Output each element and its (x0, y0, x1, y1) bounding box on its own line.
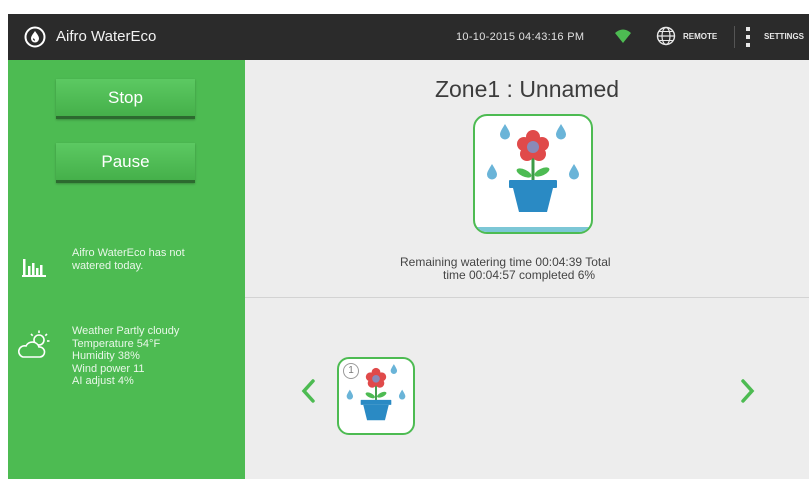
wifi-icon (615, 29, 631, 43)
zone-number-badge: 1 (343, 363, 359, 379)
datetime: 10-10-2015 04:43:16 PM (456, 31, 585, 43)
weather-temperature: Temperature 54°F (72, 337, 161, 350)
settings-button[interactable]: SETTINGS (764, 32, 804, 41)
chevron-left-icon[interactable] (301, 379, 315, 403)
more-vertical-icon[interactable] (746, 27, 750, 47)
bar-chart-icon (22, 259, 46, 277)
flower-pot-icon (487, 124, 579, 212)
app-window: Aifro WaterEco 10-10-2015 04:43:16 PM RE… (8, 14, 809, 479)
weather-condition: Weather Partly cloudy (72, 325, 180, 337)
watering-status: Remaining watering time 00:04:39 Total t… (368, 256, 688, 282)
weather-humidity: Humidity 38% (72, 350, 140, 362)
weather-wind: Wind power 11 (72, 362, 145, 375)
chevron-right-icon[interactable] (741, 379, 755, 403)
stop-button[interactable]: Stop (56, 79, 195, 119)
water-drop-logo-icon (24, 26, 46, 48)
weather-info: Weather Partly cloudy Temperature 54°F H… (72, 325, 232, 388)
zone-title: Zone1 : Unnamed (434, 76, 620, 102)
header-divider (734, 26, 735, 48)
zone-thumbnail[interactable]: 1 (337, 357, 415, 435)
left-panel: Stop Pause Aifro WaterEco has not watere… (8, 60, 245, 479)
partly-cloudy-icon (18, 330, 50, 358)
pause-button[interactable]: Pause (56, 143, 195, 183)
zone-plant-tile (473, 114, 593, 234)
status-line-2: time 00:04:57 completed 6% (443, 268, 596, 282)
tile-base (475, 227, 591, 232)
app-title: Aifro WaterEco (56, 28, 157, 45)
remote-button[interactable]: REMOTE (683, 32, 717, 41)
section-divider (245, 297, 809, 298)
weather-ai-adjust: AI adjust 4% (72, 375, 134, 387)
globe-icon[interactable] (656, 26, 676, 46)
top-bar: Aifro WaterEco 10-10-2015 04:43:16 PM RE… (8, 14, 809, 60)
watering-summary: Aifro WaterEco has not watered today. (72, 247, 185, 272)
